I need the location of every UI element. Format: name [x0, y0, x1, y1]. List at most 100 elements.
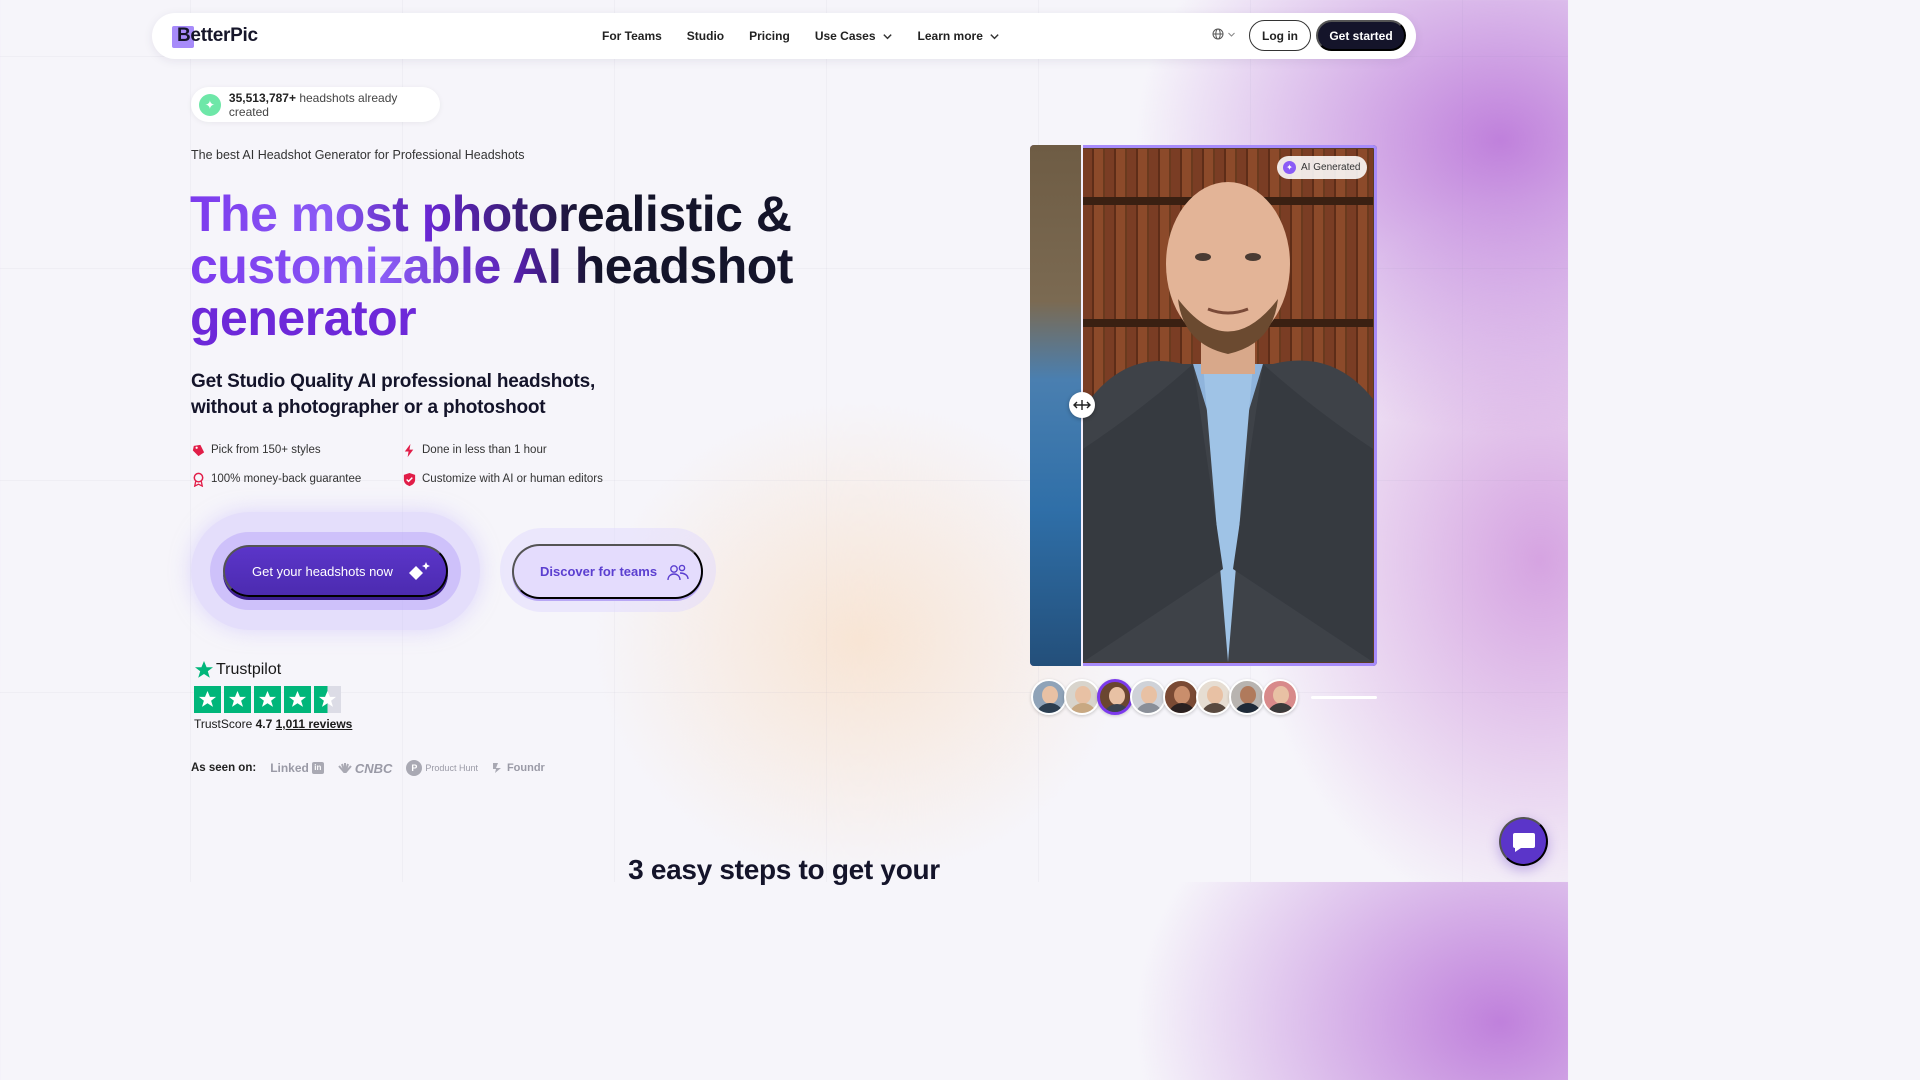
headline-line-3: generator: [190, 290, 417, 346]
thumbnail-button[interactable]: [1130, 679, 1166, 715]
carousel-progress-fill: [1311, 696, 1377, 699]
cnbc-text: CNBC: [354, 760, 393, 776]
trustpilot-stars: [194, 686, 354, 713]
product-hunt-text: Product Hunt: [425, 763, 478, 773]
nav-studio-label: Studio: [686, 29, 725, 43]
login-button[interactable]: Log in: [1249, 20, 1311, 51]
ai-generated-badge: ✦ AI Generated: [1277, 156, 1367, 179]
feature-text: Pick from 150+ styles: [211, 444, 321, 456]
example-thumbnails: [1031, 679, 1298, 715]
logo-text: BetterPic: [177, 25, 258, 46]
thumb-face: [1075, 686, 1091, 704]
foundr-logo: Foundr: [492, 762, 545, 774]
thumb-face: [1109, 687, 1125, 705]
hero-headline: The most photorealistic & customizable A…: [190, 188, 870, 344]
globe-icon: [1212, 28, 1224, 40]
nav-use-cases-label: Use Cases: [814, 29, 876, 43]
shield-check-icon: [403, 472, 416, 486]
reviews-link[interactable]: 1,011 reviews: [276, 717, 353, 731]
thumbnail-button[interactable]: [1163, 679, 1199, 715]
discover-teams-button[interactable]: Discover for teams: [512, 544, 703, 599]
sparkle-icon: ✦: [1283, 161, 1296, 174]
get-headshots-label: Get your headshots now: [252, 563, 393, 579]
nav-studio[interactable]: Studio: [687, 29, 724, 43]
chevron-down-icon: [882, 33, 892, 39]
nav-learn-more[interactable]: Learn more: [918, 29, 1000, 43]
as-seen-on: As seen on: Linked in CNBC P Product Hunt …: [191, 758, 545, 778]
headshot-counter-badge: ✦ 35,513,787+ headshots already created: [191, 87, 440, 122]
ai-generated-label: AI Generated: [1301, 162, 1361, 173]
peacock-icon: [338, 763, 352, 773]
product-hunt-logo: P Product Hunt: [406, 760, 478, 776]
betterpic-logo[interactable]: BetterPic: [172, 24, 258, 48]
sparkle-icon: ✦: [199, 93, 221, 116]
nav-use-cases[interactable]: Use Cases: [815, 29, 893, 43]
thumbnail-button[interactable]: [1196, 679, 1232, 715]
subhead-line-1: Get Studio Quality AI professional heads…: [191, 371, 596, 392]
steps-section-title: 3 easy steps to get your: [628, 854, 940, 885]
thumb-body: [1069, 703, 1097, 713]
cnbc-logo: CNBC: [338, 760, 393, 776]
headshot-person: [1083, 182, 1373, 662]
thumb-body: [1168, 703, 1196, 713]
thumbnail-button-active[interactable]: [1097, 679, 1133, 715]
thumb-face: [1273, 686, 1289, 704]
chat-widget-button[interactable]: [1499, 817, 1548, 866]
thumbnail-button[interactable]: [1229, 679, 1265, 715]
get-started-button[interactable]: Get started: [1316, 20, 1406, 51]
counter-value: 35,513,787+: [228, 90, 296, 105]
counter-text-wrap: 35,513,787+ headshots already created: [229, 91, 440, 119]
sparkle-diamond-icon: [408, 562, 430, 580]
trustscore-value: 4.7: [255, 717, 273, 731]
star-icon: [224, 686, 251, 713]
star-icon: [254, 686, 281, 713]
chevron-down-icon: [1228, 32, 1235, 37]
thumb-face: [1207, 686, 1223, 704]
foundr-icon: [492, 763, 501, 773]
nav-learn-more-label: Learn more: [917, 29, 983, 43]
headline-part: customizable: [190, 238, 513, 294]
feature-text: Done in less than 1 hour: [422, 444, 547, 456]
thumbnail-button[interactable]: [1064, 679, 1100, 715]
thumb-face: [1042, 686, 1058, 704]
compare-slider-handle[interactable]: [1069, 392, 1095, 418]
headline-line-1: The most photorealistic &: [190, 188, 870, 240]
hero-subhead: Get Studio Quality AI professional heads…: [191, 369, 595, 421]
thumbnail-button[interactable]: [1262, 679, 1298, 715]
nav-pricing-label: Pricing: [749, 29, 790, 43]
trustpilot-header: Trustpilot: [194, 658, 354, 682]
nav-for-teams-label: For Teams: [602, 29, 662, 43]
thumb-body: [1135, 703, 1163, 713]
lightning-icon: [404, 443, 414, 457]
product-hunt-icon: P: [406, 760, 423, 776]
feature-list: Pick from 150+ styles Done in less than …: [191, 441, 631, 488]
chevron-down-icon: [990, 33, 999, 39]
top-navbar: BetterPic For Teams Studio Pricing Use C…: [152, 13, 1416, 59]
subhead-line-2: without a photographer or a photoshoot: [191, 397, 546, 418]
star-icon: [284, 686, 311, 713]
thumbnail-button[interactable]: [1031, 679, 1067, 715]
thumb-body: [1267, 703, 1295, 713]
thumb-body: [1103, 704, 1130, 712]
trustpilot-widget[interactable]: Trustpilot TrustScore 4.7 1,011 reviews: [194, 658, 354, 731]
chat-bubble-icon: [1512, 832, 1535, 852]
linkedin-in-icon: in: [311, 762, 324, 774]
nav-pricing[interactable]: Pricing: [749, 29, 790, 43]
after-photo: [1083, 149, 1373, 662]
nav-for-teams[interactable]: For Teams: [602, 29, 662, 43]
team-icon: [667, 564, 689, 580]
arrows-horizontal-icon: [1073, 400, 1091, 410]
linkedin-logo: Linked in: [270, 761, 324, 775]
as-seen-on-label: As seen on:: [191, 762, 257, 774]
feature-item: 100% money-back guarantee: [191, 470, 402, 488]
language-selector[interactable]: [1212, 28, 1236, 40]
tag-icon: [192, 444, 205, 456]
trustpilot-star-icon: [195, 661, 213, 678]
get-headshots-button[interactable]: Get your headshots now: [223, 545, 448, 597]
thumb-face: [1174, 686, 1190, 704]
trustpilot-brand: Trustpilot: [216, 661, 282, 678]
nav-links: For Teams Studio Pricing Use Cases Learn…: [602, 13, 1000, 59]
carousel-progress: [1311, 696, 1377, 699]
headline-line-2: customizable AI headshot: [190, 240, 870, 292]
foundr-text: Foundr: [506, 762, 545, 774]
